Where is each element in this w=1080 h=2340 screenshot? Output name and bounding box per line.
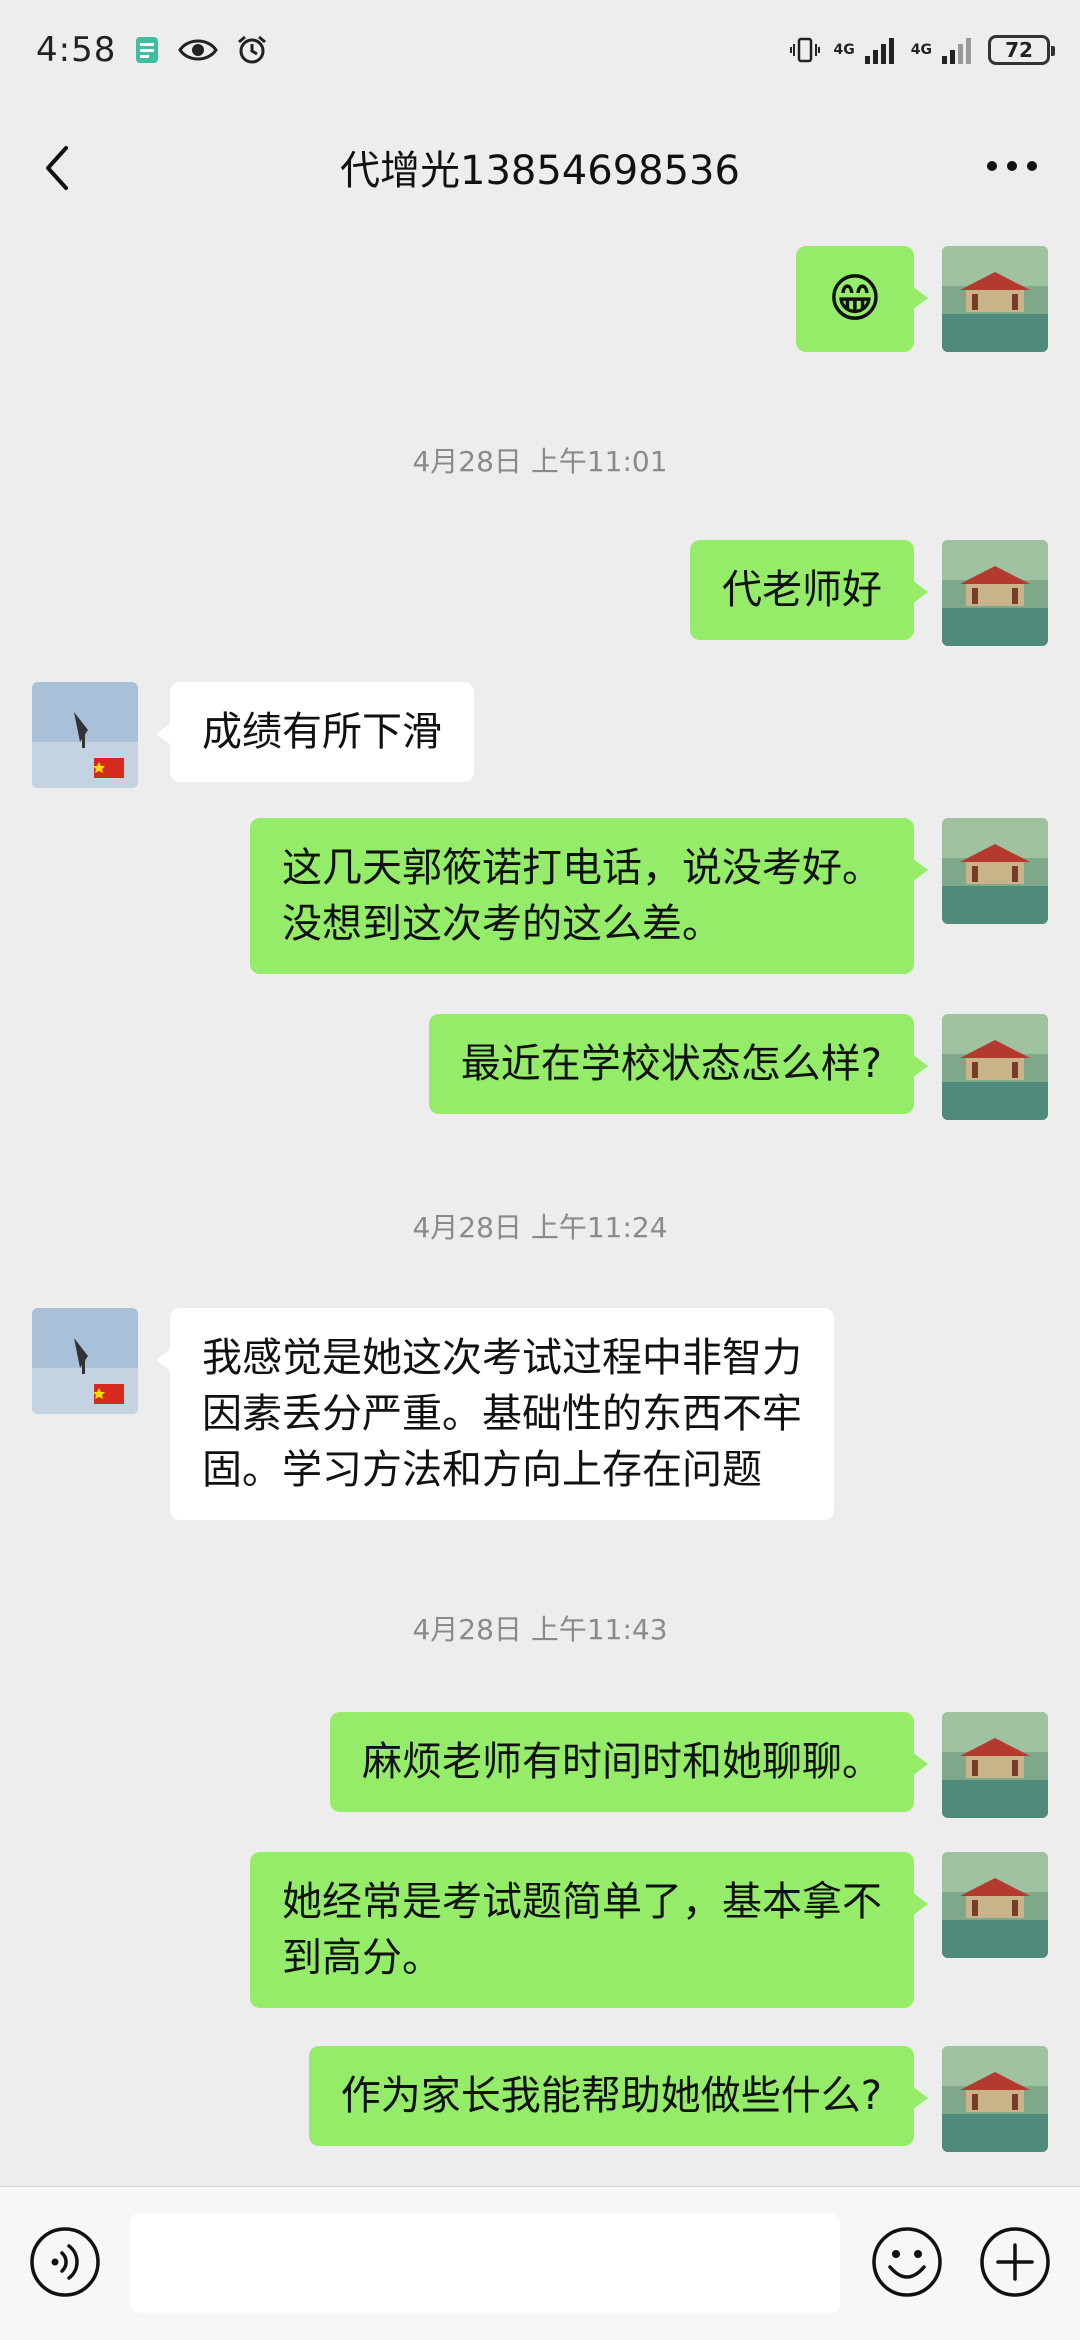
- message-incoming[interactable]: 成绩有所下滑: [32, 682, 474, 788]
- message-outgoing[interactable]: 最近在学校状态怎么样?: [428, 1014, 1048, 1120]
- contact-avatar[interactable]: [32, 682, 138, 788]
- my-avatar[interactable]: [942, 1852, 1048, 1958]
- signal-icon: [863, 36, 897, 64]
- message-line: 固。学习方法和方向上存在问题: [202, 1447, 762, 1493]
- network-type-2: 4G: [910, 42, 932, 58]
- message-outgoing[interactable]: 这几天郭筱诺打电话，说没考好。 没想到这次考的这么差。: [250, 818, 1048, 974]
- message-bubble[interactable]: 这几天郭筱诺打电话，说没考好。 没想到这次考的这么差。: [250, 818, 928, 974]
- message-outgoing[interactable]: 麻烦老师有时间时和她聊聊。: [330, 1712, 1048, 1818]
- message-bubble[interactable]: 😁: [795, 246, 929, 352]
- status-bar: 4:58 4G 4G 72: [0, 0, 1080, 100]
- contact-avatar[interactable]: [32, 1308, 138, 1414]
- input-bar: [0, 2186, 1080, 2340]
- message-line: 到高分。: [282, 1935, 442, 1981]
- message-line: 她经常是考试题简单了，基本拿不: [282, 1879, 882, 1925]
- back-arrow-icon[interactable]: [36, 142, 84, 194]
- my-avatar[interactable]: [942, 1014, 1048, 1120]
- my-avatar[interactable]: [942, 246, 1048, 352]
- my-avatar[interactable]: [942, 540, 1048, 646]
- eye-icon: [178, 36, 219, 64]
- message-bubble[interactable]: 麻烦老师有时间时和她聊聊。: [330, 1712, 928, 1812]
- emoji-picker-icon[interactable]: [870, 2225, 944, 2299]
- my-avatar[interactable]: [942, 1712, 1048, 1818]
- message-incoming[interactable]: 我感觉是她这次考试过程中非智力 因素丢分严重。基础性的东西不牢 固。学习方法和方…: [32, 1308, 834, 1520]
- message-outgoing[interactable]: 😁: [795, 246, 1048, 352]
- message-bubble[interactable]: 最近在学校状态怎么样?: [428, 1014, 929, 1114]
- message-line: 因素丢分严重。基础性的东西不牢: [202, 1391, 802, 1437]
- message-outgoing[interactable]: 作为家长我能帮助她做些什么?: [308, 2046, 1048, 2152]
- message-list[interactable]: 😁 4月28日 上午11:01 代老师好 成绩有所下滑 这几天郭筱诺打电话，说没…: [0, 234, 1080, 2186]
- my-avatar[interactable]: [942, 2046, 1048, 2152]
- message-input[interactable]: [130, 2213, 840, 2313]
- more-functions-plus-icon[interactable]: [978, 2225, 1052, 2299]
- message-outgoing[interactable]: 她经常是考试题简单了，基本拿不 到高分。: [250, 1852, 1048, 2008]
- message-line: 这几天郭筱诺打电话，说没考好。: [282, 845, 882, 891]
- message-line: 没想到这次考的这么差。: [282, 901, 722, 947]
- alarm-icon: [236, 34, 268, 66]
- message-bubble[interactable]: 我感觉是她这次考试过程中非智力 因素丢分严重。基础性的东西不牢 固。学习方法和方…: [156, 1308, 834, 1520]
- signal-icon-2: [940, 36, 974, 64]
- chat-header: 代增光13854698536: [0, 100, 1080, 234]
- wechat-chat-screen: 4:58 4G 4G 72 代增光13854698536 😁 4月28日 上午1…: [0, 0, 1080, 2340]
- message-bubble[interactable]: 代老师好: [690, 540, 928, 640]
- app-notification-icon: [134, 35, 160, 65]
- message-line: 我感觉是她这次考试过程中非智力: [202, 1335, 802, 1381]
- battery-indicator: 72: [988, 35, 1055, 65]
- timestamp: 4月28日 上午11:01: [412, 445, 668, 478]
- network-type-1: 4G: [833, 42, 855, 58]
- message-bubble[interactable]: 成绩有所下滑: [156, 682, 474, 782]
- timestamp: 4月28日 上午11:24: [412, 1211, 668, 1244]
- voice-input-icon[interactable]: [28, 2225, 102, 2299]
- message-bubble[interactable]: 她经常是考试题简单了，基本拿不 到高分。: [250, 1852, 928, 2008]
- message-bubble[interactable]: 作为家长我能帮助她做些什么?: [308, 2046, 929, 2146]
- message-outgoing[interactable]: 代老师好: [690, 540, 1048, 646]
- timestamp: 4月28日 上午11:43: [412, 1613, 668, 1646]
- vibrate-icon: [789, 35, 820, 65]
- my-avatar[interactable]: [942, 818, 1048, 924]
- more-options-icon[interactable]: [984, 156, 1040, 176]
- status-time: 4:58: [36, 30, 117, 70]
- chat-title: 代增光13854698536: [340, 148, 740, 194]
- grinning-emoji: 😁: [827, 269, 882, 329]
